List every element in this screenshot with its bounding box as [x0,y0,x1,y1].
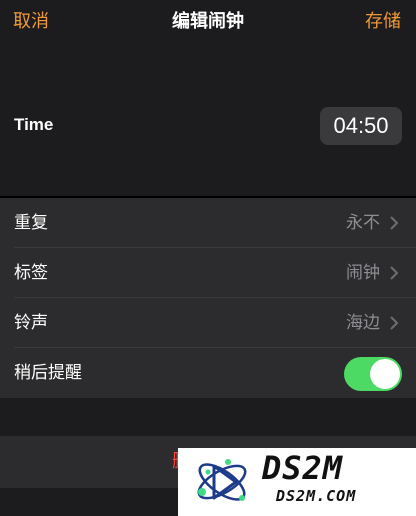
save-button[interactable]: 存储 [365,10,401,34]
snooze-label: 稍后提醒 [14,363,82,383]
time-label: Time [14,115,54,134]
snooze-toggle[interactable] [344,357,402,391]
repeat-value: 永不 [346,213,380,233]
chevron-right-icon [390,216,399,230]
repeat-label: 重复 [14,213,48,233]
toggle-knob [370,359,400,389]
time-value-picker[interactable]: 04:50 [320,107,402,145]
watermark-logo-icon [197,459,247,501]
section-gap [0,398,416,436]
chevron-right-icon [390,266,399,280]
page-title: 编辑闹钟 [172,11,244,32]
label-row-value: 闹钟 [346,263,380,283]
chevron-right-icon [390,316,399,330]
label-row-label: 标签 [14,263,48,283]
sound-row[interactable]: 铃声 海边 [0,298,416,348]
navigation-bar: 取消 编辑闹钟 存储 [0,0,416,52]
watermark-brand: DS2M [262,449,344,487]
time-picker-section: Time 04:50 [0,52,416,196]
watermark: DS2M DS2M.COM [178,448,416,516]
snooze-row: 稍后提醒 [0,348,416,398]
repeat-row[interactable]: 重复 永不 [0,198,416,248]
sound-value: 海边 [346,313,380,333]
alarm-settings-list: 重复 永不 标签 闹钟 铃声 海边 稍后提醒 [0,198,416,398]
watermark-domain: DS2M.COM [276,487,357,505]
label-row[interactable]: 标签 闹钟 [0,248,416,298]
sound-label: 铃声 [14,313,48,333]
